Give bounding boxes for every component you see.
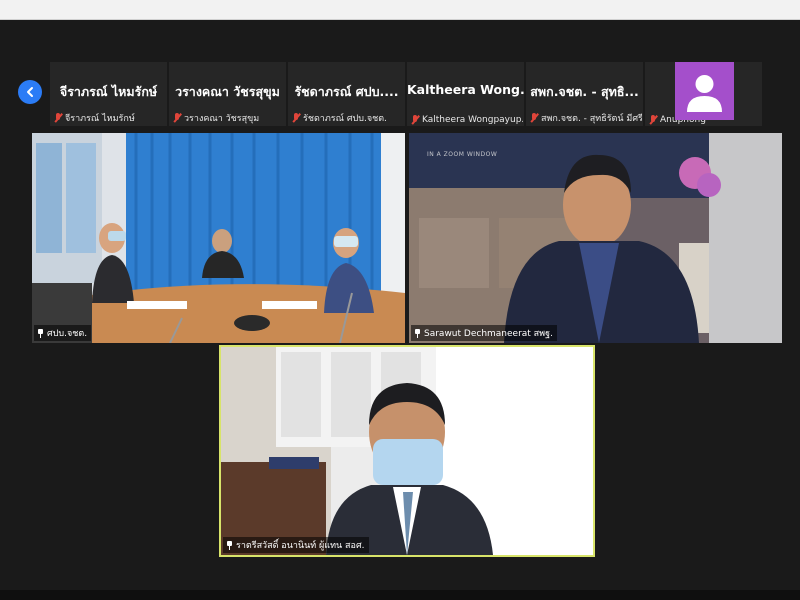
participant-thumb[interactable]: รัชดาภรณ์ ศปบ.... รัชดาภรณ์ ศปบ.จชต. [288, 62, 405, 126]
participant-thumb-title: Kaltheera Wong... [407, 82, 524, 97]
mic-muted-icon [292, 113, 300, 123]
window-top-divider [0, 19, 800, 20]
room-video-frame [32, 133, 405, 343]
video-participant-name: ราตรีสวัสดิ์ อนานินท์ ผู้แทน สอศ. [236, 541, 365, 551]
video-name-tag: ราตรีสวัสดิ์ อนานินท์ ผู้แทน สอศ. [223, 537, 369, 553]
participant-thumb-title: สพก.จชต. - สุทธิ... [530, 84, 639, 99]
mic-muted-icon [411, 115, 419, 125]
user-avatar-icon [687, 75, 722, 112]
window-top-bar [0, 0, 800, 20]
mic-muted-icon [530, 113, 538, 123]
participant-name: จีราภรณ์ ไหมรักษ์ [65, 114, 135, 124]
video-name-tag: ศปบ.จชต. [34, 325, 92, 341]
participant-thumb[interactable]: วรางคณา วัชรสุขุม วรางคณา วัชรสุขุม [169, 62, 286, 126]
video-overlay-text: IN A ZOOM WINDOW [427, 151, 498, 158]
participant-thumb-label: รัชดาภรณ์ ศปบ.จชต. [292, 111, 387, 125]
video-name-tag: Sarawut Dechmaneerat สพฐ. [411, 325, 557, 341]
video-participant-name: Sarawut Dechmaneerat สพฐ. [424, 329, 553, 339]
video-tile-room[interactable]: ศปบ.จชต. [32, 133, 405, 343]
active-speaker-video-frame [221, 347, 593, 555]
participant-name: วรางคณา วัชรสุขุม [184, 114, 260, 124]
video-tile-active-speaker[interactable]: ราตรีสวัสดิ์ อนานินท์ ผู้แทน สอศ. [219, 345, 595, 557]
participant-thumb-label: สพก.จชต. - สุทธิรัตน์ มีศรี... [530, 111, 642, 125]
participant-thumb-title: จีราภรณ์ ไหมรักษ์ [59, 84, 158, 99]
chevron-left-icon [27, 87, 33, 97]
participant-thumb-label: จีราภรณ์ ไหมรักษ์ [54, 111, 135, 125]
participant-thumb[interactable]: สพก.จชต. - สุทธิ... สพก.จชต. - สุทธิรัตน… [526, 62, 643, 126]
participant-strip: จีราภรณ์ ไหมรักษ์ จีราภรณ์ ไหมรักษ์ วราง… [50, 62, 762, 126]
participant-name: รัชดาภรณ์ ศปบ.จชต. [303, 114, 387, 124]
mic-muted-icon [173, 113, 181, 123]
participant-thumb-label: วรางคณา วัชรสุขุม [173, 111, 259, 125]
pin-icon [226, 540, 233, 550]
window-bottom-edge [0, 590, 800, 600]
participant-thumb[interactable]: Kaltheera Wong... Kaltheera Wongpayup... [407, 62, 524, 126]
mic-muted-icon [649, 115, 657, 125]
participant-thumb-title: รัชดาภรณ์ ศปบ.... [294, 84, 399, 99]
video-participant-name: ศปบ.จชต. [47, 329, 88, 339]
participant-name: สพก.จชต. - สุทธิรัตน์ มีศรี... [541, 114, 642, 124]
participant-name: Kaltheera Wongpayup... [422, 115, 523, 125]
pin-icon [414, 328, 421, 338]
participant-thumb-title: วรางคณา วัชรสุขุม [175, 84, 280, 99]
avatar[interactable] [675, 62, 734, 120]
sarawut-video-frame [409, 133, 782, 343]
participant-thumb-label: Kaltheera Wongpayup... [411, 115, 523, 125]
mic-muted-icon [54, 113, 62, 123]
scroll-left-button[interactable] [18, 80, 42, 104]
participant-thumb[interactable]: จีราภรณ์ ไหมรักษ์ จีราภรณ์ ไหมรักษ์ [50, 62, 167, 126]
video-tile-sarawut[interactable]: IN A ZOOM WINDOW Sarawut Dechmaneerat สพ… [409, 133, 782, 343]
pin-icon [37, 328, 44, 338]
